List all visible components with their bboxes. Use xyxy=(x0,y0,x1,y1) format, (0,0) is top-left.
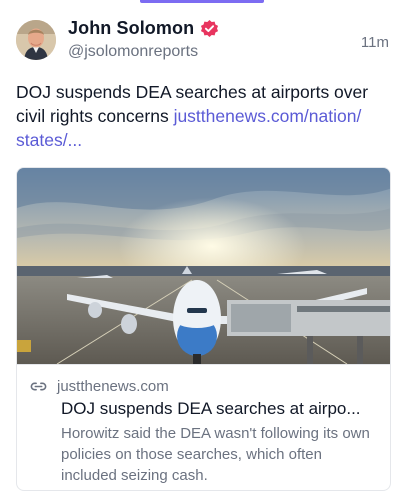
link-domain: justthenews.com xyxy=(57,378,169,395)
link-preview-image xyxy=(17,168,390,364)
link-description: Horowitz said the DEA wasn't following i… xyxy=(61,425,370,484)
post-link-part-1[interactable]: justthenews.com/nation/ xyxy=(174,106,362,126)
link-domain-row: justthenews.com xyxy=(29,377,169,396)
post-text: DOJ suspends DEA searches at airports ov… xyxy=(16,80,394,152)
author-name-row: John Solomon xyxy=(68,18,219,39)
avatar[interactable] xyxy=(16,20,56,60)
post-timestamp[interactable]: 11m xyxy=(361,34,389,51)
link-title[interactable]: DOJ suspends DEA searches at airpo... xyxy=(61,399,383,419)
author-handle[interactable]: @jsolomonreports xyxy=(68,43,198,61)
link-preview-body[interactable]: justthenews.com DOJ suspends DEA searche… xyxy=(17,364,390,490)
author-display-name[interactable]: John Solomon xyxy=(68,18,194,39)
post-text-line-1: DOJ suspends DEA searches at airports ov… xyxy=(16,82,369,102)
verified-badge-icon xyxy=(200,19,219,38)
link-icon xyxy=(29,377,48,396)
post[interactable]: John Solomon @jsolomonreports 11m DOJ su… xyxy=(0,0,407,500)
post-link-part-2[interactable]: states/... xyxy=(16,130,82,150)
post-text-line-2: civil rights concerns xyxy=(16,106,174,126)
avatar-image xyxy=(16,20,56,60)
link-preview-card[interactable]: justthenews.com DOJ suspends DEA searche… xyxy=(16,167,391,491)
